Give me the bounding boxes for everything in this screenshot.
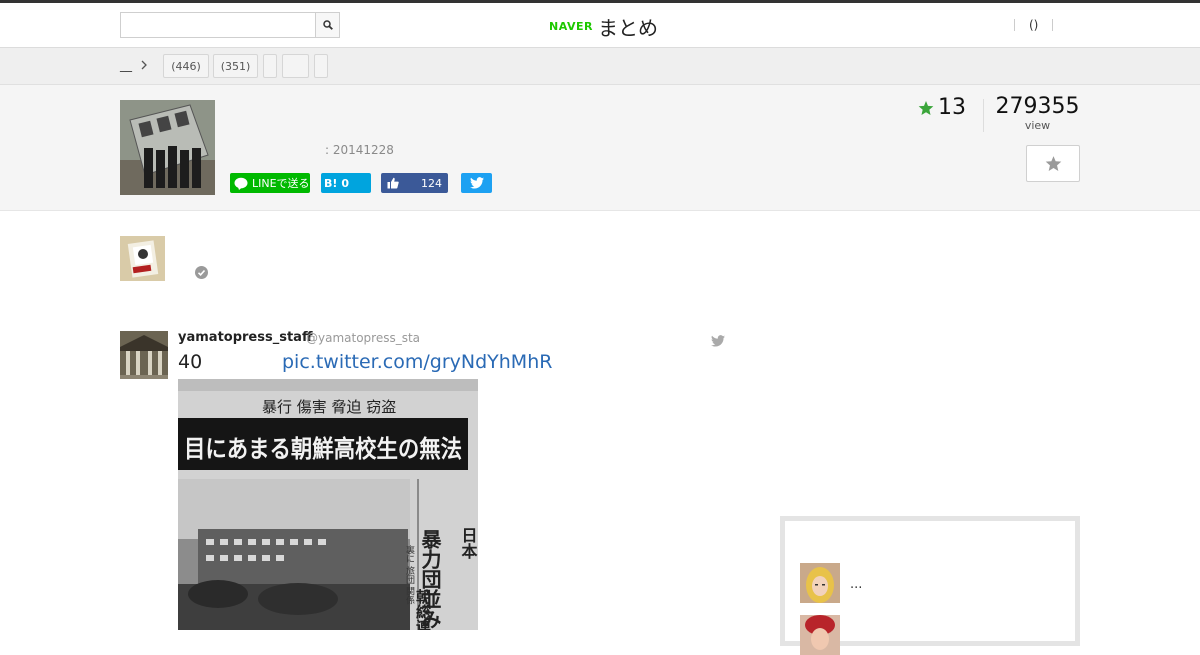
category-tag[interactable]: (351): [213, 54, 258, 78]
breadcrumb-bar: __ (446) (351): [0, 48, 1200, 85]
hatena-count: 0: [341, 176, 350, 190]
facebook-like-button[interactable]: 124: [381, 173, 448, 193]
search-box: [120, 12, 340, 38]
verified-icon: [195, 266, 208, 279]
hatena-bookmark-button[interactable]: B! 0: [321, 173, 371, 193]
line-icon: [234, 177, 248, 190]
search-button[interactable]: [315, 13, 339, 37]
header-links: (): [1014, 17, 1054, 33]
breadcrumb-home[interactable]: __: [120, 58, 132, 72]
header-separator: [1052, 19, 1054, 31]
image-side-small: 裏に 旅団 関係: [404, 544, 415, 606]
related-item-avatar[interactable]: [800, 615, 840, 655]
image-kicker: 暴行 傷害 脅迫 窃盗: [262, 398, 396, 416]
facebook-count: 124: [421, 176, 442, 190]
tweet-image[interactable]: 暴行 傷害 脅迫 窃盗 目にあまる朝鮮高校生の無法 暴力団並みの 裏に 旅団 関…: [178, 379, 478, 630]
twitter-bird-icon[interactable]: [711, 332, 725, 351]
view-label: view: [1024, 119, 1051, 132]
naver-matome-logo[interactable]: NAVER まとめ: [549, 13, 658, 40]
category-tag[interactable]: [314, 54, 328, 78]
related-item-text[interactable]: ...: [850, 577, 862, 592]
tweet-author-name[interactable]: yamatopress_staff: [178, 330, 312, 345]
hatena-icon: B!: [324, 176, 338, 190]
sidebar-related-box: ...: [780, 516, 1080, 655]
line-share-label: LINEで送る: [252, 177, 310, 190]
image-headline: 目にあまる朝鮮高校生の無法: [184, 435, 462, 463]
favorite-count: 13: [918, 95, 966, 120]
author-avatar[interactable]: [120, 236, 165, 281]
summary-thumbnail[interactable]: [120, 100, 215, 195]
twitter-bird-icon: [469, 177, 484, 189]
favorite-number: 13: [938, 95, 966, 120]
tweet-text: 40: [178, 351, 203, 373]
view-count: 279355 view: [995, 94, 1080, 133]
header-user-link[interactable]: (): [1015, 18, 1052, 32]
summary-header: : 20141228 LINEで送る B! 0 124 13 279355 vi…: [0, 85, 1200, 211]
twitter-share-button[interactable]: [461, 173, 492, 193]
logo-brand: NAVER: [549, 19, 593, 33]
chevron-right-icon: [140, 59, 148, 74]
search-input[interactable]: [121, 13, 316, 37]
category-tag[interactable]: [282, 54, 309, 78]
related-item-avatar[interactable]: [800, 563, 840, 603]
image-side-sub: 朝総連: [414, 589, 432, 630]
view-number: 279355: [995, 94, 1080, 119]
stats-divider: [983, 99, 984, 132]
search-icon: [322, 20, 333, 30]
site-header: NAVER まとめ (): [0, 3, 1200, 48]
tweet-avatar[interactable]: [120, 331, 168, 379]
tweet-image-link[interactable]: pic.twitter.com/gryNdYhMhR: [282, 351, 552, 373]
star-icon: [918, 100, 934, 115]
star-icon: [1045, 156, 1061, 171]
thumbs-up-icon: [387, 177, 399, 189]
category-tag[interactable]: (446): [163, 54, 209, 78]
category-tag[interactable]: [263, 54, 277, 78]
svg-text:日本: 日本: [459, 527, 478, 560]
updated-date: : 20141228: [325, 143, 394, 157]
line-share-button[interactable]: LINEで送る: [230, 173, 310, 193]
tweet-author-handle[interactable]: @yamatopress_sta: [306, 331, 420, 345]
add-favorite-button[interactable]: [1026, 145, 1080, 182]
logo-service: まとめ: [597, 15, 658, 40]
